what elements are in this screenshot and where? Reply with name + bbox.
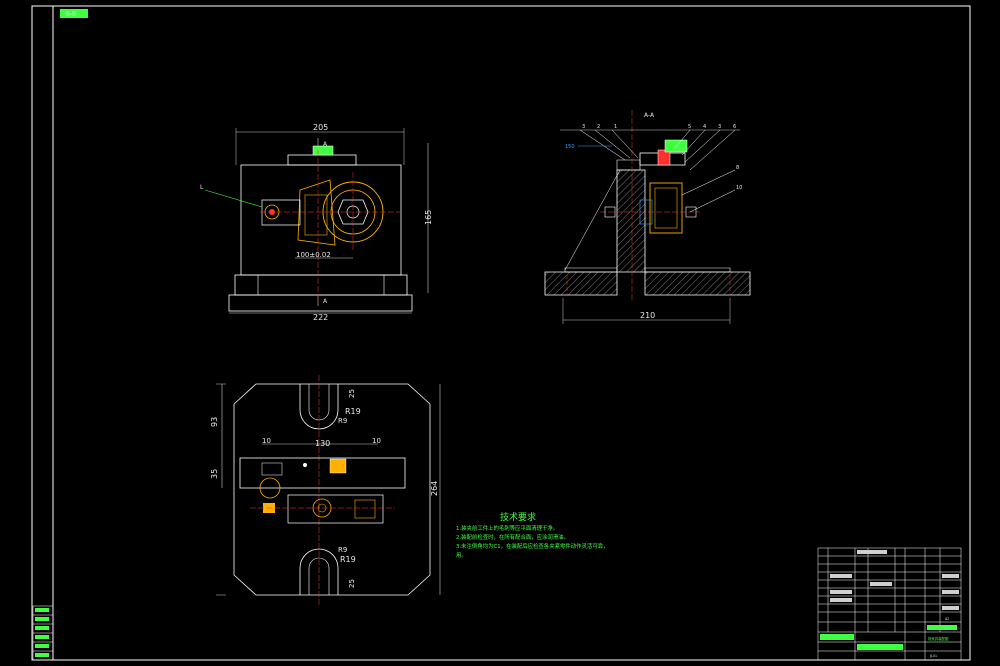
side-revision-table xyxy=(32,605,54,661)
section-tol-note: 150 xyxy=(565,144,575,150)
section-view: A-A 210 3 2 1 5 4 3 6 8 10 150 xyxy=(544,110,751,324)
tech-notes: 技术要求 1.装夹前工件上的毛刺等应平面清理干净。 2.装配前检查时，在所有配合… xyxy=(456,511,609,559)
tech-note-line-4: 用。 xyxy=(456,552,467,559)
top-dim-130: 130 xyxy=(315,439,330,448)
title-block-sheet: A2 xyxy=(945,617,949,621)
top-dim-10-left: 10 xyxy=(262,437,271,445)
title-block-drawing-no: JJ-01 xyxy=(929,654,937,658)
section-dim-bottom: 210 xyxy=(640,311,655,320)
front-dim-top: 205 xyxy=(313,123,328,132)
top-dim-25-top: 25 xyxy=(348,389,356,398)
section-callout-3: 1 xyxy=(614,124,617,130)
front-view: 205 222 165 A A L 100±0.02 xyxy=(200,123,433,322)
section-callout-6: 3 xyxy=(718,124,721,130)
corner-tag: B-B xyxy=(66,11,76,18)
top-dim-r19-top: R19 xyxy=(345,407,361,416)
section-callout-7: 6 xyxy=(733,124,736,130)
top-dim-25-bottom: 25 xyxy=(348,579,356,588)
top-dim-10-right: 10 xyxy=(372,437,381,445)
cad-drawing-canvas[interactable]: B-B 205 222 165 A A L 100±0.02 A-A 210 3… xyxy=(0,0,1000,666)
section-label: A-A xyxy=(644,112,655,119)
tech-note-line-2: 2.装配前检查时，在所有配合面，应涂润滑油。 xyxy=(456,533,569,541)
front-dim-right: 165 xyxy=(424,210,433,225)
top-dim-35: 35 xyxy=(210,469,219,479)
section-callout-2: 2 xyxy=(597,124,600,130)
top-view: 130 10 10 93 35 264 R19 R9 25 R9 R19 25 xyxy=(210,375,441,605)
top-dim-r9-top: R9 xyxy=(338,417,347,425)
section-callout-8: 8 xyxy=(736,165,739,171)
section-callout-1: 3 xyxy=(582,124,585,130)
front-arrow-label-bottom: A xyxy=(323,298,328,305)
section-callout-5: 4 xyxy=(703,124,706,130)
top-dim-r9-bottom: R9 xyxy=(338,546,347,554)
section-callout-4: 5 xyxy=(688,124,691,130)
title-block-part-name: 铣夹具装配图 xyxy=(928,636,949,641)
top-dim-93: 93 xyxy=(210,417,219,427)
section-callout-10: 10 xyxy=(736,185,742,191)
tech-note-line-3: 3.未注倒角均为C1，在装配后应检查各夹紧零件动作灵活可靠， xyxy=(456,542,609,550)
top-dim-r19-bottom: R19 xyxy=(340,555,356,564)
title-block xyxy=(817,547,962,661)
sheet-border-outer xyxy=(31,5,971,661)
front-dim-bottom: 222 xyxy=(313,313,328,322)
front-dim-center: 100±0.02 xyxy=(296,251,331,259)
front-leader-label: L xyxy=(200,184,204,191)
tech-note-line-1: 1.装夹前工件上的毛刺等应平面清理干净。 xyxy=(456,524,558,532)
top-dim-264: 264 xyxy=(430,481,439,496)
tech-notes-title: 技术要求 xyxy=(500,511,536,523)
